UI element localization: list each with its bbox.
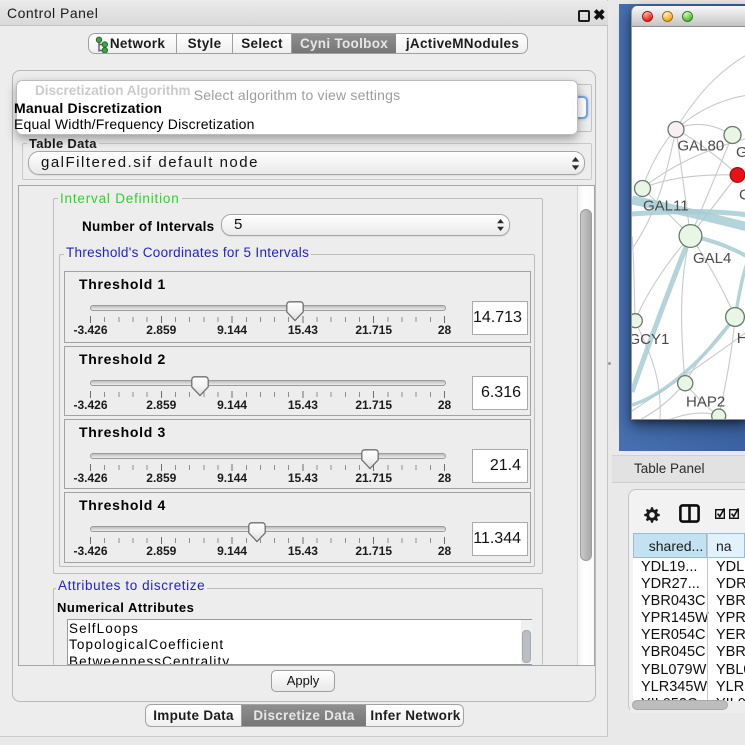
svg-text:GAL80: GAL80 — [678, 138, 725, 155]
svg-text:GAL11: GAL11 — [643, 198, 689, 215]
svg-text:GAL4: GAL4 — [693, 250, 731, 267]
svg-text:H: H — [737, 330, 745, 347]
svg-text:GCY1: GCY1 — [632, 331, 669, 348]
svg-text:C: C — [739, 187, 745, 204]
svg-text:HAP2: HAP2 — [686, 394, 725, 411]
svg-text:GA: GA — [736, 144, 745, 161]
